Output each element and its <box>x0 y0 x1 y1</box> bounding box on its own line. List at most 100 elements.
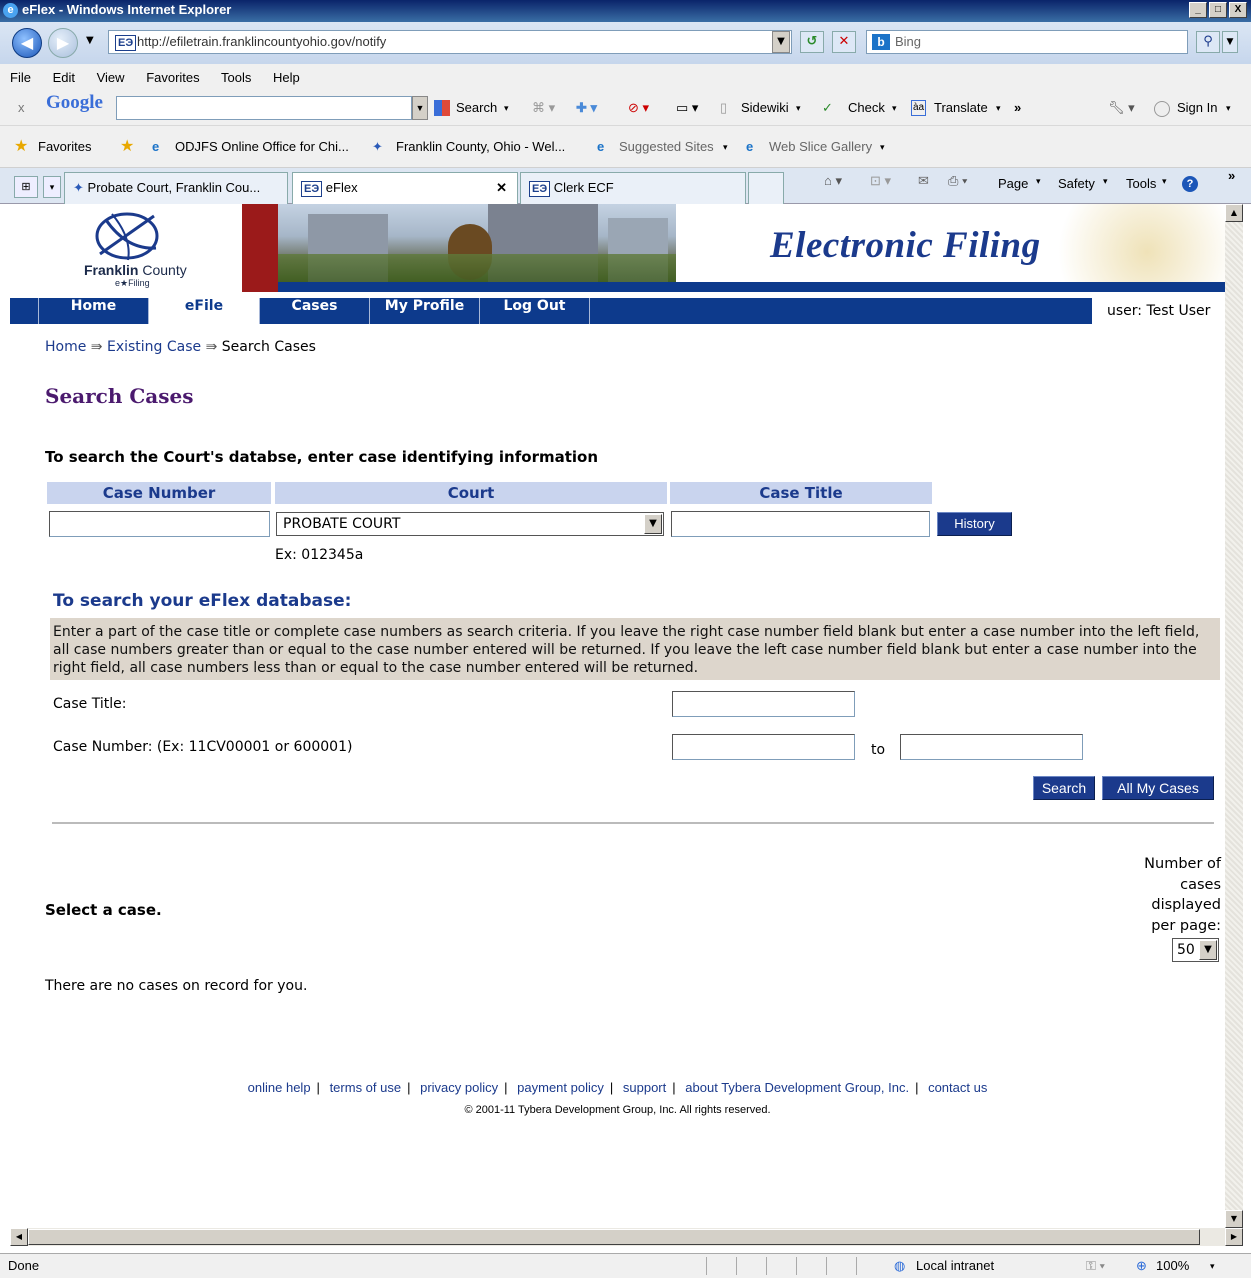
scroll-down-icon[interactable]: ▼ <box>1225 1210 1243 1228</box>
back-arrow-icon[interactable]: ◀ <box>12 28 42 58</box>
feeds-icon[interactable]: ⊡ ▾ <box>870 173 891 189</box>
nav-efile[interactable]: eFile <box>149 298 260 324</box>
history-dropdown-icon[interactable]: ▼ <box>86 35 94 46</box>
sidewiki-dropdown-icon[interactable]: ▾ <box>796 92 801 124</box>
google-dropdown-icon[interactable]: ▼ <box>412 96 428 120</box>
footer-terms-of-use[interactable]: terms of use <box>330 1080 402 1095</box>
case-number-to-input[interactable] <box>900 734 1083 760</box>
menu-favorites[interactable]: Favorites <box>146 70 199 85</box>
more-commands-icon[interactable]: » <box>1228 168 1235 183</box>
refresh-icon[interactable]: ↺ <box>800 31 824 53</box>
case-number-from-input[interactable] <box>672 734 855 760</box>
maximize-button[interactable]: □ <box>1209 2 1227 18</box>
history-button[interactable]: History <box>937 512 1012 536</box>
menu-edit[interactable]: Edit <box>53 70 75 85</box>
address-bar[interactable]: ЕЭ http://efiletrain.franklincountyohio.… <box>108 30 792 54</box>
address-dropdown-icon[interactable]: ▼ <box>772 31 790 53</box>
horizontal-scrollbar[interactable]: ◀ ▶ <box>10 1228 1243 1246</box>
per-page-dropdown-icon[interactable]: ▼ <box>1199 940 1217 960</box>
favorites-button[interactable]: Favorites <box>38 126 91 168</box>
nav-cases[interactable]: Cases <box>260 298 370 324</box>
tab-list-icon[interactable]: ▾ <box>43 176 61 198</box>
search-options-icon[interactable]: ▼ <box>1222 31 1238 53</box>
check-dropdown-icon[interactable]: ▾ <box>892 92 897 124</box>
all-my-cases-button[interactable]: All My Cases <box>1102 776 1214 800</box>
breadcrumb-home[interactable]: Home <box>45 339 86 355</box>
sign-in-button[interactable]: Sign In <box>1177 92 1217 124</box>
plus-icon[interactable]: ✚ ▾ <box>576 92 597 124</box>
close-tab-icon[interactable]: ✕ <box>496 173 507 203</box>
scroll-up-icon[interactable]: ▲ <box>1225 204 1243 222</box>
scroll-right-icon[interactable]: ▶ <box>1225 1228 1243 1246</box>
nav-my-profile[interactable]: My Profile <box>370 298 480 324</box>
translate-button[interactable]: Translate <box>934 92 988 124</box>
protected-mode-icon[interactable]: ⚿ ▾ <box>1086 1254 1105 1278</box>
case-number-input[interactable] <box>49 511 270 537</box>
sidewiki-button[interactable]: Sidewiki <box>741 92 789 124</box>
tab-probate-court[interactable]: ✦ Probate Court, Franklin Cou... <box>64 172 288 204</box>
tools-menu[interactable]: Tools <box>1126 176 1156 191</box>
web-slice-dropdown-icon[interactable]: ▾ <box>880 126 885 168</box>
zoom-dropdown-icon[interactable]: ▾ <box>1210 1254 1215 1278</box>
close-toolbar-icon[interactable]: x <box>18 92 25 124</box>
mail-icon[interactable]: ✉ <box>918 173 929 189</box>
new-tab-button[interactable] <box>748 172 784 204</box>
favorite-web-slice[interactable]: Web Slice Gallery <box>769 126 872 168</box>
more-chevron-icon[interactable]: » <box>1014 92 1021 124</box>
sign-in-dropdown-icon[interactable]: ▾ <box>1226 92 1231 124</box>
search-dropdown-icon[interactable]: ▾ <box>504 92 509 124</box>
nav-home[interactable]: Home <box>38 298 149 324</box>
help-icon[interactable]: ? <box>1182 176 1198 192</box>
add-favorite-icon[interactable]: ★ <box>120 126 134 168</box>
breadcrumb-existing-case[interactable]: Existing Case <box>107 339 201 355</box>
google-search-input[interactable] <box>116 96 412 120</box>
google-search-button[interactable]: Search <box>456 92 497 124</box>
minimize-button[interactable]: _ <box>1189 2 1207 18</box>
translate-dropdown-icon[interactable]: ▾ <box>996 92 1001 124</box>
tab-clerk-ecf[interactable]: ЕЭ Clerk ECF <box>520 172 746 204</box>
footer-contact-us[interactable]: contact us <box>928 1080 987 1095</box>
menu-file[interactable]: File <box>10 70 31 85</box>
court-select[interactable]: PROBATE COURT ▼ <box>276 512 664 536</box>
window-icon[interactable]: ▭ ▾ <box>676 92 698 124</box>
check-button[interactable]: Check <box>848 92 885 124</box>
page-dropdown-icon[interactable]: ▾ <box>1036 176 1041 187</box>
favorite-link-odjfs[interactable]: ODJFS Online Office for Chi... <box>175 126 349 168</box>
menu-tools[interactable]: Tools <box>221 70 251 85</box>
home-icon[interactable]: ⌂ ▾ <box>824 173 842 189</box>
search-go-icon[interactable]: ⚲ <box>1196 31 1220 53</box>
favorite-suggested-sites[interactable]: Suggested Sites <box>619 126 714 168</box>
horizontal-scroll-thumb[interactable] <box>28 1229 1200 1245</box>
nav-log-out[interactable]: Log Out <box>480 298 590 324</box>
footer-payment-policy[interactable]: payment policy <box>517 1080 604 1095</box>
scroll-left-icon[interactable]: ◀ <box>10 1228 28 1246</box>
search-button[interactable]: Search <box>1033 776 1095 800</box>
safety-dropdown-icon[interactable]: ▾ <box>1103 176 1108 187</box>
favorite-link-franklin[interactable]: Franklin County, Ohio - Wel... <box>396 126 565 168</box>
menu-help[interactable]: Help <box>273 70 300 85</box>
footer-privacy-policy[interactable]: privacy policy <box>420 1080 498 1095</box>
court-dropdown-icon[interactable]: ▼ <box>644 514 662 534</box>
wrench-icon[interactable]: 🔧︎ ▾ <box>1108 92 1135 124</box>
footer-about-tybera[interactable]: about Tybera Development Group, Inc. <box>685 1080 909 1095</box>
forward-arrow-icon[interactable]: ▶ <box>48 28 78 58</box>
case-title-input[interactable] <box>671 511 930 537</box>
close-window-button[interactable]: X <box>1229 2 1247 18</box>
vertical-scrollbar[interactable]: ▲ ▼ <box>1225 204 1243 1228</box>
menu-view[interactable]: View <box>97 70 125 85</box>
quick-tabs-icon[interactable]: ⊞ <box>14 176 38 198</box>
tab-eflex[interactable]: ЕЭ eFlex ✕ <box>292 172 518 204</box>
popup-blocker-icon[interactable]: ⊘ ▾ <box>628 92 649 124</box>
zoom-level[interactable]: 100% <box>1156 1254 1189 1278</box>
tools-dropdown-icon[interactable]: ▾ <box>1162 176 1167 187</box>
per-page-select[interactable]: 50 ▼ <box>1172 938 1219 962</box>
footer-support[interactable]: support <box>623 1080 666 1095</box>
page-menu[interactable]: Page <box>998 176 1028 191</box>
search-box[interactable]: b Bing <box>866 30 1188 54</box>
suggested-dropdown-icon[interactable]: ▾ <box>723 126 728 168</box>
eflex-case-title-input[interactable] <box>672 691 855 717</box>
footer-online-help[interactable]: online help <box>248 1080 311 1095</box>
safety-menu[interactable]: Safety <box>1058 176 1095 191</box>
print-icon[interactable]: ⎙ ▾ <box>948 173 967 189</box>
stop-icon[interactable]: ✕ <box>832 31 856 53</box>
